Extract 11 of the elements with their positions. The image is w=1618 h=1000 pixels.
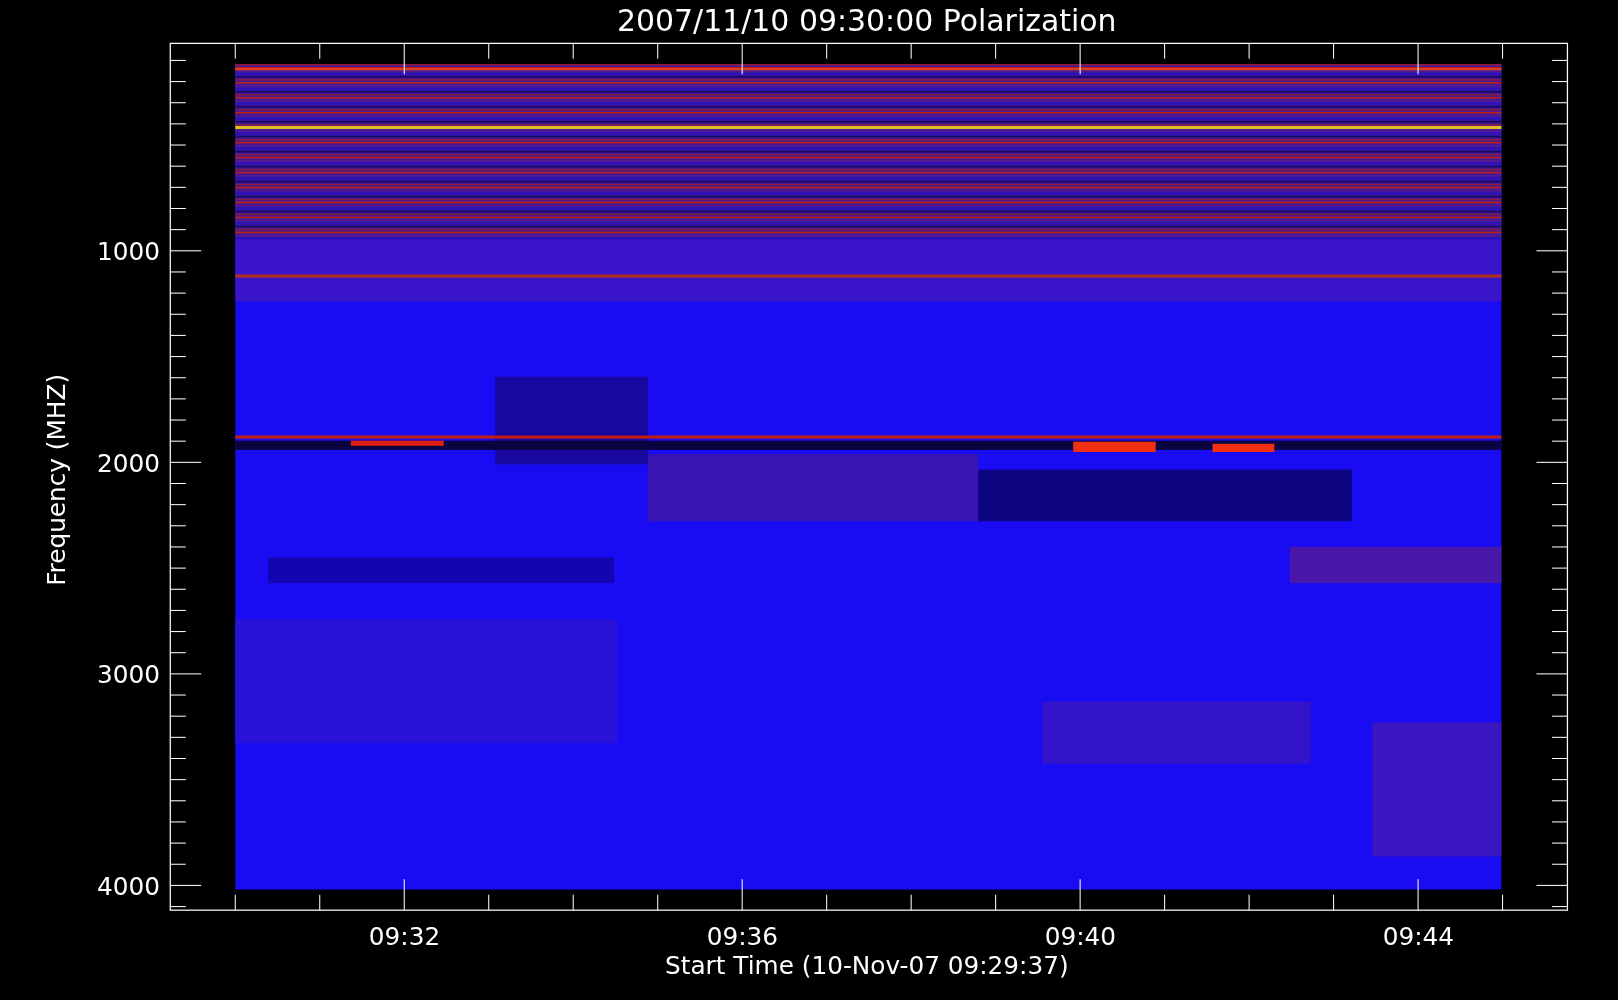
y-tick-label: 3000: [96, 660, 160, 690]
y-axis-label: Frequency (MHZ): [42, 373, 71, 586]
y-tick-label: 4000: [96, 871, 160, 901]
y-tick-label: 1000: [96, 237, 160, 267]
x-axis-label: Start Time (10-Nov-07 09:29:37): [665, 951, 1069, 981]
x-tick-label: 09:44: [1382, 922, 1454, 952]
x-tick-label: 09:40: [1044, 922, 1117, 952]
x-tick-label: 09:36: [706, 922, 779, 952]
chart-title: 2007/11/10 09:30:00 Polarization: [617, 3, 1117, 38]
x-tick-label: 09:32: [368, 922, 441, 952]
y-tick-label: 2000: [96, 448, 160, 478]
